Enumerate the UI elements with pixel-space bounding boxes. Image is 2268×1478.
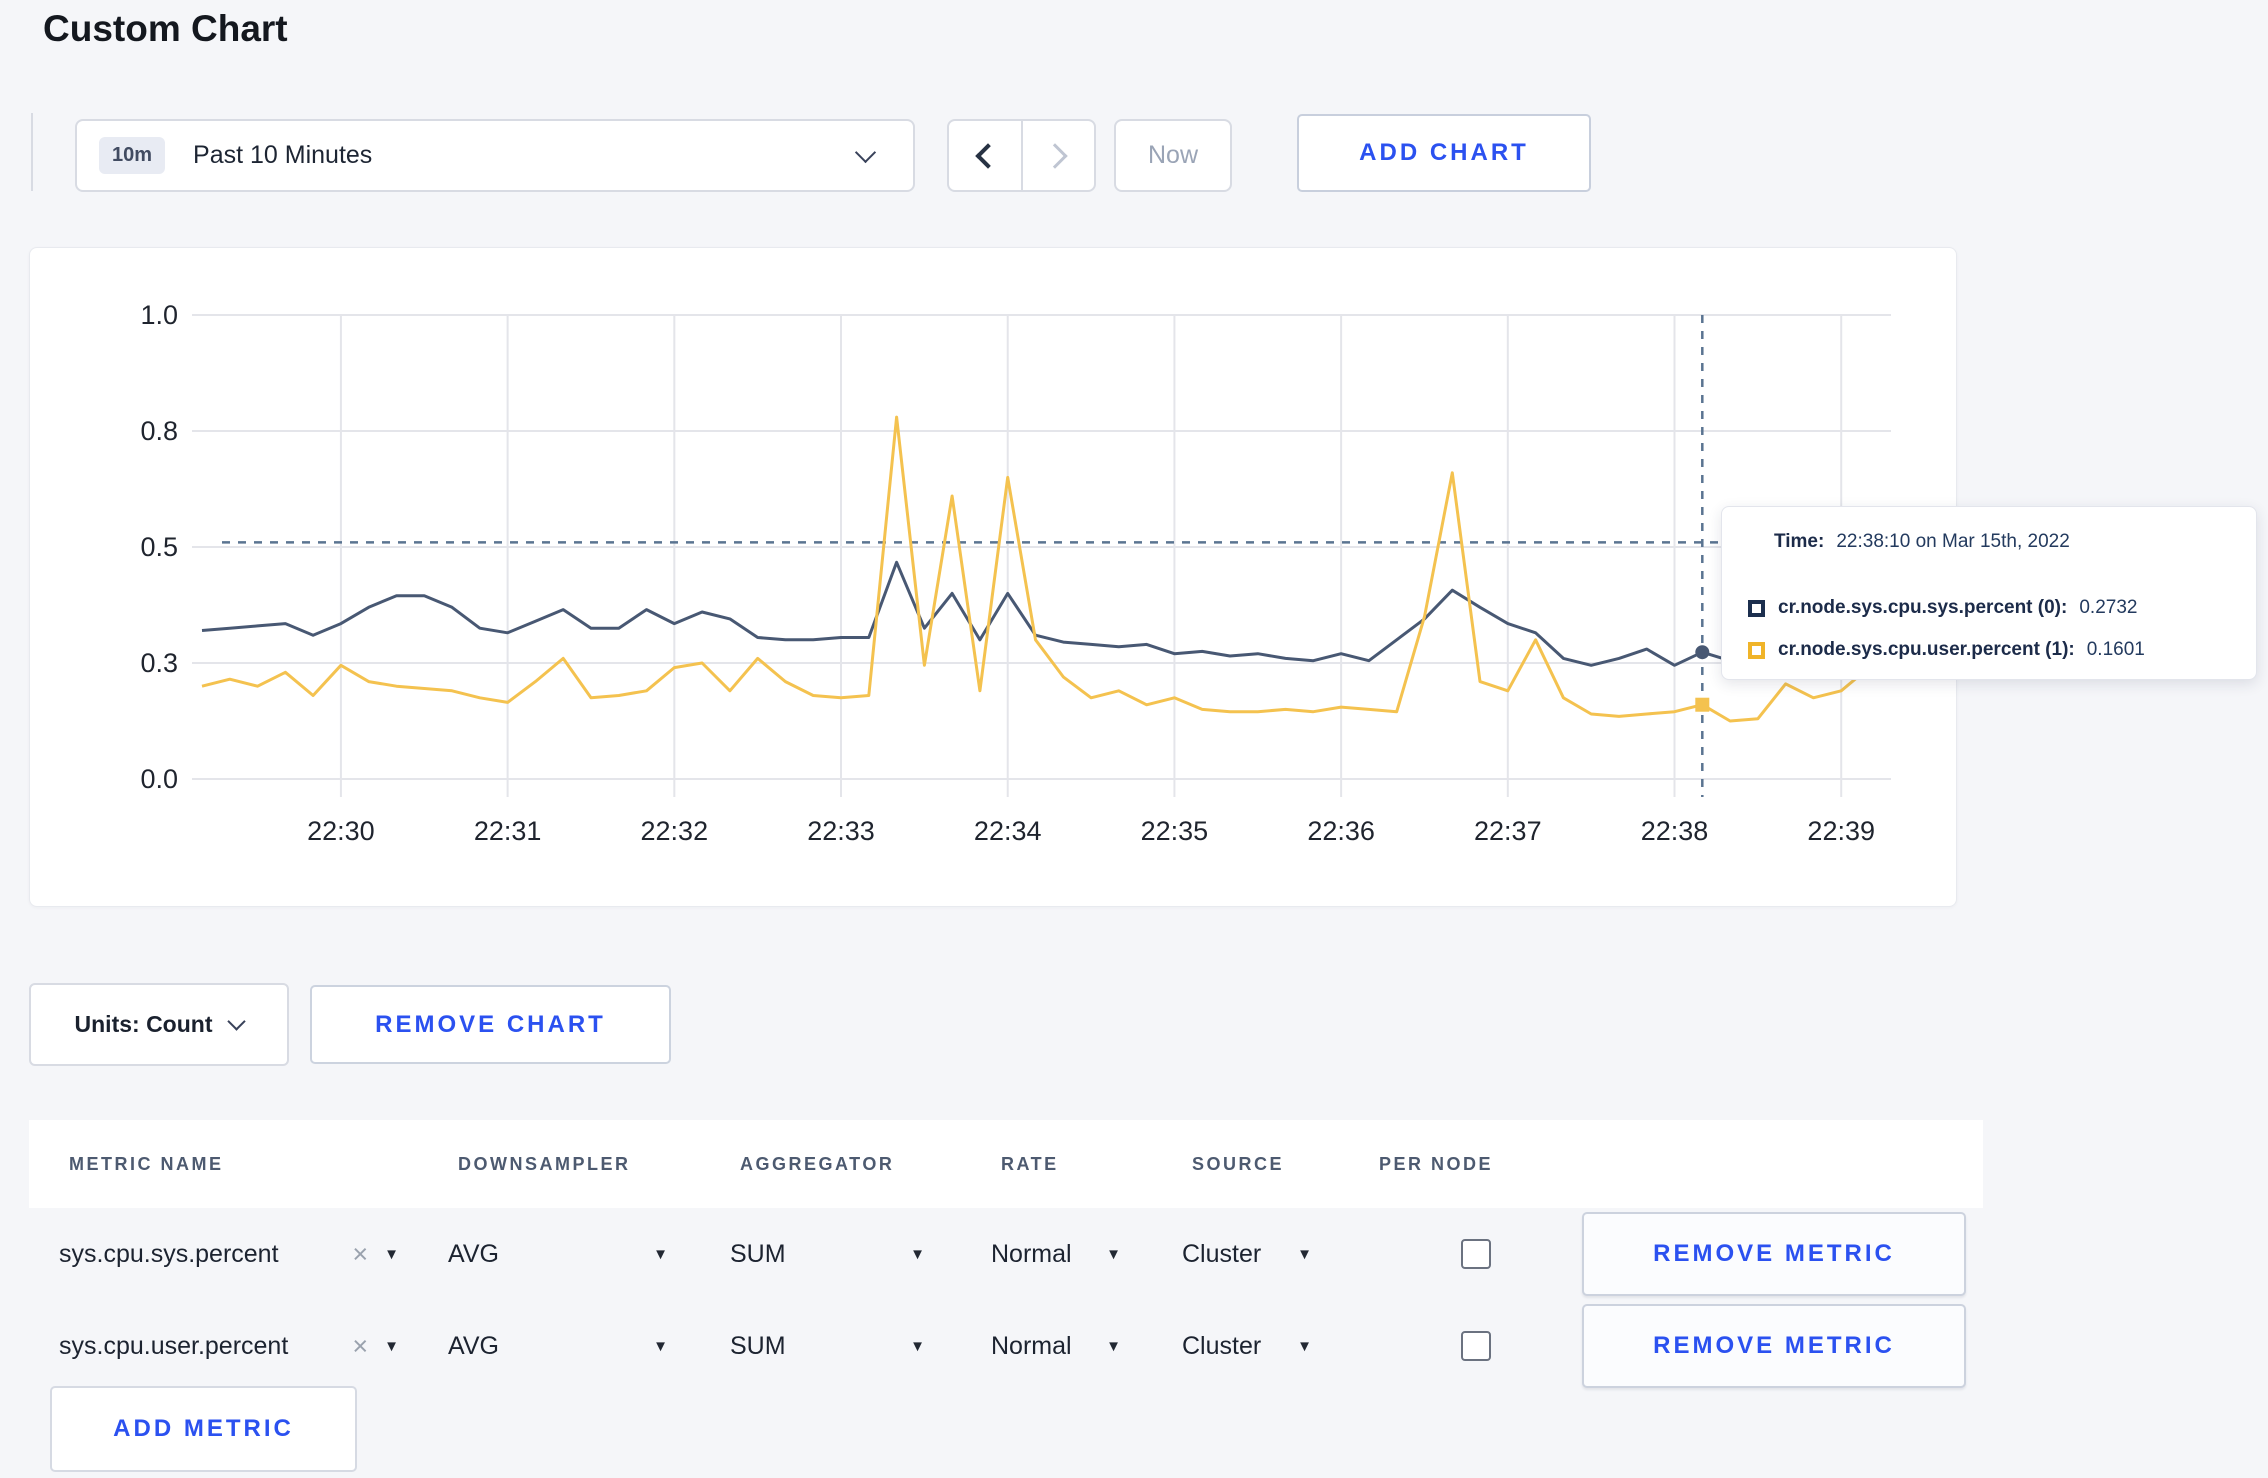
svg-text:22:36: 22:36: [1307, 816, 1375, 846]
caret-down-icon: ▼: [1297, 1337, 1312, 1355]
chart-gridlines: [192, 314, 1891, 797]
units-label: Units: Count: [74, 1011, 213, 1037]
svg-text:22:35: 22:35: [1141, 816, 1209, 846]
metric-name-value: sys.cpu.user.percent: [59, 1331, 289, 1360]
column-header: RATE: [1001, 1153, 1059, 1174]
tooltip-time-row: Time: 22:38:10 on Mar 15th, 2022: [1748, 531, 2230, 553]
svg-text:22:30: 22:30: [307, 816, 375, 846]
caret-down-icon: ▼: [653, 1245, 668, 1263]
svg-text:0.8: 0.8: [140, 416, 178, 446]
column-header: DOWNSAMPLER: [458, 1153, 631, 1174]
add-chart-button[interactable]: ADD CHART: [1297, 114, 1591, 192]
column-header: AGGREGATOR: [740, 1153, 895, 1174]
svg-text:22:38: 22:38: [1641, 816, 1709, 846]
metrics-table-rows: sys.cpu.sys.percent × ▼ AVG ▼ SUM ▼ Norm…: [29, 1208, 1983, 1392]
column-header: PER NODE: [1379, 1153, 1494, 1174]
per-node-checkbox[interactable]: [1460, 1239, 1491, 1269]
custom-chart-page: Custom Chart 10m Past 10 Minutes Now ADD…: [0, 0, 2268, 1478]
caret-down-icon: ▼: [1106, 1245, 1121, 1263]
metrics-table: METRIC NAME DOWNSAMPLER AGGREGATOR RATE SOUR…: [29, 1120, 1983, 1478]
hover-point-marker: [1695, 697, 1710, 712]
prev-time-button[interactable]: [949, 121, 1021, 190]
aggregator-select[interactable]: SUM ▼: [730, 1332, 925, 1361]
svg-text:22:32: 22:32: [641, 816, 709, 846]
caret-down-icon: ▼: [384, 1245, 399, 1263]
metrics-table-header: METRIC NAME DOWNSAMPLER AGGREGATOR RATE SOUR…: [29, 1120, 1983, 1208]
metric-name-select[interactable]: sys.cpu.sys.percent × ▼: [59, 1240, 399, 1269]
chevron-down-icon: [854, 141, 877, 164]
clear-metric-icon[interactable]: ×: [352, 1332, 368, 1360]
svg-text:22:34: 22:34: [974, 816, 1042, 846]
series-line-1: [201, 415, 1870, 723]
svg-text:22:37: 22:37: [1474, 816, 1542, 846]
caret-down-icon: ▼: [653, 1337, 668, 1355]
caret-down-icon: ▼: [384, 1337, 399, 1355]
chart-crosshair: [222, 315, 1891, 797]
metric-row: sys.cpu.sys.percent × ▼ AVG ▼ SUM ▼ Norm…: [29, 1208, 1983, 1300]
metric-name-value: sys.cpu.sys.percent: [59, 1239, 279, 1268]
tooltip-time-value: 22:38:10 on Mar 15th, 2022: [1836, 531, 2070, 552]
svg-text:22:31: 22:31: [474, 816, 542, 846]
svg-text:0.3: 0.3: [140, 648, 178, 678]
chart-tooltip: Time: 22:38:10 on Mar 15th, 2022 cr.node…: [1721, 506, 2257, 680]
chevron-right-icon: [1042, 142, 1068, 169]
clear-metric-icon[interactable]: ×: [352, 1240, 368, 1268]
svg-text:0.0: 0.0: [140, 764, 178, 794]
series-line-0: [201, 560, 1870, 667]
chevron-left-icon: [975, 142, 1001, 169]
legend-swatch-icon: [1748, 599, 1765, 617]
hover-point-marker: [1695, 645, 1710, 660]
tooltip-series-label: cr.node.sys.cpu.user.percent (1):: [1778, 639, 2075, 660]
chart-svg: 0.0 0.3 0.5 0.8 1.0 22:30 22:31 22:32 22:33 22:34…: [140, 300, 1891, 846]
time-range-badge: 10m: [99, 137, 166, 174]
tooltip-series-row: cr.node.sys.cpu.user.percent (1): 0.1601: [1748, 639, 2230, 661]
divider: [31, 113, 33, 191]
time-series-chart[interactable]: 0.0 0.3 0.5 0.8 1.0 22:30 22:31 22:32 22:33 22:34…: [30, 248, 1956, 906]
caret-down-icon: ▼: [910, 1337, 925, 1355]
tooltip-time-label: Time:: [1774, 531, 1825, 552]
page-title: Custom Chart: [43, 8, 288, 49]
source-select[interactable]: Cluster ▼: [1182, 1240, 1312, 1269]
tooltip-series-value: 0.1601: [2086, 639, 2145, 660]
caret-down-icon: ▼: [1297, 1245, 1312, 1263]
column-header: SOURCE: [1192, 1153, 1285, 1174]
downsampler-select[interactable]: AVG ▼: [448, 1240, 668, 1269]
svg-text:22:33: 22:33: [807, 816, 875, 846]
chart-card: 0.0 0.3 0.5 0.8 1.0 22:30 22:31 22:32 22:33 22:34…: [29, 247, 1957, 907]
caret-down-icon: ▼: [1106, 1337, 1121, 1355]
time-range-dropdown[interactable]: 10m Past 10 Minutes: [75, 119, 915, 192]
caret-down-icon: ▼: [910, 1245, 925, 1263]
aggregator-select[interactable]: SUM ▼: [730, 1240, 925, 1269]
tooltip-series-value: 0.2732: [2079, 597, 2138, 618]
column-header: METRIC NAME: [69, 1153, 224, 1174]
downsampler-select[interactable]: AVG ▼: [448, 1332, 668, 1361]
svg-text:0.5: 0.5: [140, 532, 178, 562]
svg-text:1.0: 1.0: [140, 300, 178, 330]
per-node-checkbox[interactable]: [1460, 1331, 1491, 1361]
remove-chart-button[interactable]: REMOVE CHART: [310, 985, 671, 1064]
metric-name-select[interactable]: sys.cpu.user.percent × ▼: [59, 1332, 399, 1361]
time-nav-group: [947, 119, 1096, 192]
chevron-down-icon: [227, 1012, 247, 1031]
time-range-label: Past 10 Minutes: [193, 141, 373, 169]
remove-metric-button[interactable]: REMOVE METRIC: [1582, 1304, 1966, 1388]
remove-metric-button[interactable]: REMOVE METRIC: [1582, 1212, 1966, 1296]
metric-row: sys.cpu.user.percent × ▼ AVG ▼ SUM ▼ Nor…: [29, 1300, 1983, 1392]
tooltip-series-row: cr.node.sys.cpu.sys.percent (0): 0.2732: [1748, 597, 2230, 619]
next-time-button[interactable]: [1020, 121, 1095, 190]
add-metric-button[interactable]: ADD METRIC: [50, 1386, 357, 1472]
svg-text:22:39: 22:39: [1807, 816, 1875, 846]
tooltip-series-label: cr.node.sys.cpu.sys.percent (0):: [1778, 597, 2068, 618]
legend-swatch-icon: [1748, 641, 1765, 659]
rate-select[interactable]: Normal ▼: [991, 1240, 1121, 1269]
tooltip-legend: cr.node.sys.cpu.sys.percent (0): 0.2732 cr…: [1748, 597, 2230, 661]
now-button[interactable]: Now: [1114, 119, 1232, 192]
rate-select[interactable]: Normal ▼: [991, 1332, 1121, 1361]
source-select[interactable]: Cluster ▼: [1182, 1332, 1312, 1361]
units-dropdown[interactable]: Units: Count: [29, 983, 289, 1066]
